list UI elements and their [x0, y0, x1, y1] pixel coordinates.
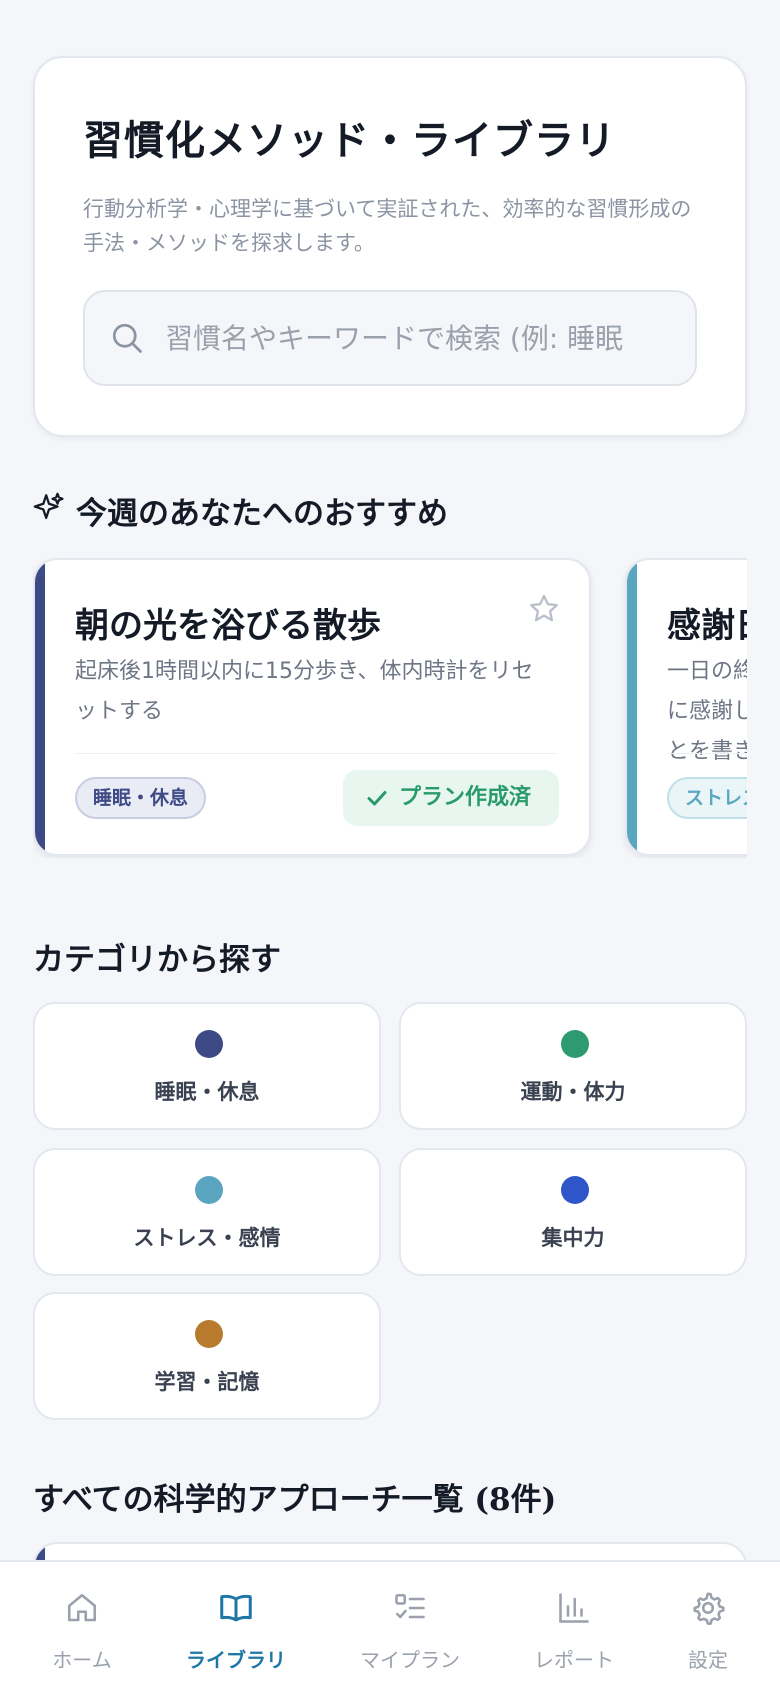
- sparkle-icon: [33, 492, 64, 520]
- nav-home[interactable]: ホーム: [4, 1562, 160, 1688]
- search-icon: [112, 323, 142, 353]
- book-icon: [220, 1594, 252, 1622]
- library-header-card: 習慣化メソッド・ライブラリ 行動分析学・心理学に基づいて実証された、効率的な習慣…: [33, 56, 747, 437]
- nav-label: マイプラン: [360, 1648, 460, 1672]
- card-title: 感謝日記: [667, 606, 747, 646]
- page-title: 習慣化メソッド・ライブラリ: [83, 117, 616, 164]
- star-icon[interactable]: [527, 592, 561, 626]
- nav-label: ホーム: [52, 1648, 112, 1672]
- page-description: 行動分析学・心理学に基づいて実証された、効率的な習慣形成の手法・メソッドを探求し…: [83, 197, 692, 255]
- bar-chart-icon: [559, 1593, 589, 1623]
- category-label: 集中力: [541, 1226, 605, 1250]
- all-approaches-heading: すべての科学的アプローチ一覧 (8件): [33, 1482, 557, 1518]
- category-focus[interactable]: 集中力: [399, 1148, 747, 1276]
- category-color-dot: [195, 1030, 223, 1058]
- card-accent-bar: [627, 560, 637, 854]
- gear-icon: [693, 1592, 725, 1625]
- recommendation-card[interactable]: 朝の光を浴びる散歩 起床後1時間以内に15分歩き、体内時計をリセットする 睡眠・…: [33, 558, 591, 856]
- recommendation-carousel[interactable]: 朝の光を浴びる散歩 起床後1時間以内に15分歩き、体内時計をリセットする 睡眠・…: [33, 558, 747, 858]
- home-icon: [67, 1593, 97, 1622]
- card-description: 起床後1時間以内に15分歩き、体内時計をリセットする: [75, 659, 534, 724]
- category-label: 睡眠・休息: [154, 1080, 260, 1104]
- nav-settings[interactable]: 設定: [630, 1562, 780, 1688]
- search-input[interactable]: [165, 292, 675, 384]
- nav-library[interactable]: ライブラリ: [158, 1562, 314, 1688]
- nav-label: ライブラリ: [186, 1648, 286, 1672]
- recommendations-heading: 今週のあなたへのおすすめ: [76, 496, 448, 532]
- nav-my-plan[interactable]: マイプラン: [332, 1562, 488, 1688]
- category-label: 学習・記憶: [154, 1370, 260, 1394]
- card-description: 一日の終わりに感謝したことを書き出す: [667, 659, 747, 764]
- category-color-dot: [195, 1176, 223, 1204]
- category-label: ストレス・感情: [133, 1226, 281, 1250]
- category-tag: 睡眠・休息: [75, 777, 207, 819]
- category-label: 運動・体力: [520, 1080, 626, 1104]
- recommendation-card[interactable]: 感謝日記 一日の終わりに感謝したことを書き出す ストレス・感情: [625, 558, 747, 856]
- category-color-dot: [561, 1030, 589, 1058]
- category-color-dot: [561, 1176, 589, 1204]
- search-box[interactable]: [83, 290, 697, 386]
- plan-status-label: プラン作成済: [399, 785, 532, 810]
- category-sleep[interactable]: 睡眠・休息: [33, 1002, 381, 1130]
- checklist-icon: [395, 1593, 425, 1619]
- card-divider: [667, 753, 747, 754]
- nav-label: 設定: [688, 1648, 728, 1672]
- categories-heading: カテゴリから探す: [33, 942, 281, 978]
- nav-label: レポート: [534, 1648, 614, 1672]
- category-stress[interactable]: ストレス・感情: [33, 1148, 381, 1276]
- card-title: 朝の光を浴びる散歩: [75, 606, 381, 646]
- nav-report[interactable]: レポート: [496, 1562, 652, 1688]
- check-icon: [367, 791, 387, 806]
- plan-created-badge[interactable]: プラン作成済: [343, 770, 559, 826]
- bottom-navigation: ホーム ライブラリ マイプラン レポート 設定: [0, 1560, 780, 1688]
- category-tag: ストレス・感情: [667, 777, 747, 819]
- category-exercise[interactable]: 運動・体力: [399, 1002, 747, 1130]
- card-divider: [75, 753, 557, 754]
- card-accent-bar: [35, 560, 45, 854]
- category-learning[interactable]: 学習・記憶: [33, 1292, 381, 1420]
- category-color-dot: [195, 1320, 223, 1348]
